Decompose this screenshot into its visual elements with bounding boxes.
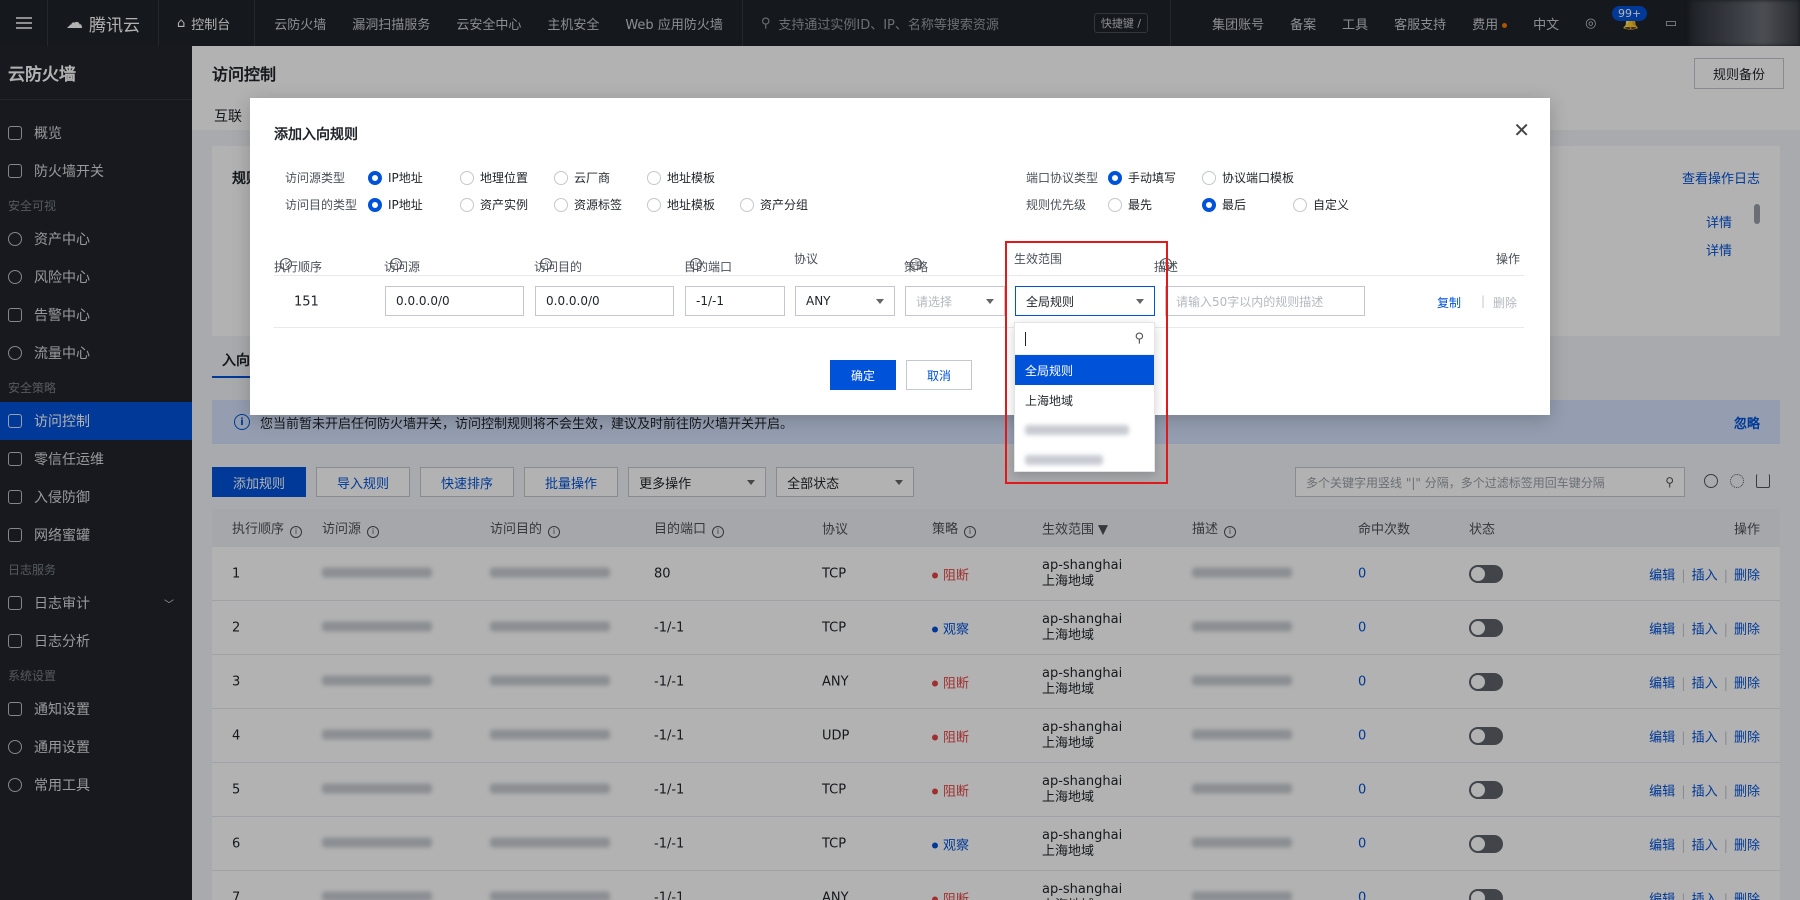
- radio-label: 自定义: [1313, 198, 1350, 212]
- radio-dest-asset[interactable]: 资产实例: [460, 196, 528, 213]
- close-icon[interactable]: ✕: [1513, 120, 1530, 140]
- radio-manual-input[interactable]: 手动填写: [1108, 169, 1176, 186]
- radio-port-template[interactable]: 协议端口模板: [1202, 169, 1294, 186]
- order-value: 151: [294, 294, 319, 309]
- port-input[interactable]: -1/-1: [685, 286, 785, 316]
- rule-form-header: 执行顺序 i 访问源 i 访问目的 i 目的端口 i 协议 策略 i 生效范围 描述 i 操…: [274, 242, 1524, 276]
- radio-priority-custom[interactable]: 自定义: [1293, 196, 1349, 213]
- desc-placeholder: 请输入50字以内的规则描述: [1176, 294, 1324, 309]
- radio-label: 最后: [1222, 198, 1247, 212]
- radio-label: 资源标签: [574, 198, 623, 212]
- col-ops: 操作: [1495, 252, 1520, 266]
- priority-label: 规则优先级: [1026, 198, 1087, 212]
- protocol-value: ANY: [806, 294, 831, 308]
- dest-input[interactable]: 0.0.0.0/0: [535, 286, 674, 316]
- radio-label: 云厂商: [574, 171, 611, 185]
- caret-down-icon: [986, 298, 994, 304]
- dest-type-label: 访问目的类型: [285, 198, 358, 212]
- radio-source-cloud-vendor[interactable]: 云厂商: [554, 169, 610, 186]
- dialog-footer: 确定 取消: [830, 360, 972, 390]
- radio-label: 手动填写: [1128, 171, 1177, 185]
- dialog-title: 添加入向规则: [274, 127, 358, 143]
- highlight-box: [1005, 241, 1168, 484]
- radio-source-addr-template[interactable]: 地址模板: [647, 169, 715, 186]
- info-icon: i: [280, 258, 292, 270]
- source-value: 0.0.0.0/0: [396, 294, 450, 308]
- port-value: -1/-1: [696, 294, 724, 308]
- col-protocol: 协议: [794, 252, 819, 266]
- info-icon: i: [540, 258, 552, 270]
- rule-form-row: 151 0.0.0.0/0 0.0.0.0/0 -1/-1 ANY 请选择 全局…: [274, 276, 1524, 328]
- confirm-button[interactable]: 确定: [830, 360, 896, 390]
- info-icon: i: [910, 258, 922, 270]
- radio-label: IP地址: [388, 198, 423, 212]
- radio-source-geo[interactable]: 地理位置: [460, 169, 528, 186]
- radio-dest-tag[interactable]: 资源标签: [554, 196, 622, 213]
- desc-input[interactable]: 请输入50字以内的规则描述: [1165, 286, 1365, 316]
- policy-placeholder: 请选择: [916, 294, 953, 309]
- copy-link[interactable]: 复制: [1437, 294, 1461, 311]
- port-proto-type-label: 端口协议类型: [1026, 171, 1099, 185]
- radio-dest-addr-template[interactable]: 地址模板: [647, 196, 715, 213]
- radio-label: 地址模板: [667, 171, 716, 185]
- protocol-select[interactable]: ANY: [795, 286, 895, 316]
- add-inbound-rule-dialog: 添加入向规则 ✕ 访问源类型 IP地址 地理位置 云厂商 地址模板 访问目的类型…: [250, 98, 1550, 415]
- radio-source-ip[interactable]: IP地址: [368, 169, 423, 186]
- radio-dest-ip[interactable]: IP地址: [368, 196, 423, 213]
- radio-dest-asset-group[interactable]: 资产分组: [740, 196, 808, 213]
- radio-priority-first[interactable]: 最先: [1108, 196, 1152, 213]
- radio-label: 地址模板: [667, 198, 716, 212]
- header-label: 访问源: [384, 260, 421, 274]
- delete-link[interactable]: 删除: [1493, 294, 1517, 311]
- source-input[interactable]: 0.0.0.0/0: [385, 286, 524, 316]
- dest-value: 0.0.0.0/0: [546, 294, 600, 308]
- info-icon: i: [690, 258, 702, 270]
- radio-label: 协议端口模板: [1222, 171, 1295, 185]
- caret-down-icon: [876, 298, 884, 304]
- info-icon: i: [390, 258, 402, 270]
- cancel-button[interactable]: 取消: [906, 360, 972, 390]
- divider: |: [1481, 294, 1486, 308]
- source-type-label: 访问源类型: [285, 171, 346, 185]
- radio-label: IP地址: [388, 171, 423, 185]
- radio-priority-last[interactable]: 最后: [1202, 196, 1246, 213]
- radio-label: 资产分组: [760, 198, 809, 212]
- radio-label: 地理位置: [480, 171, 529, 185]
- policy-select[interactable]: 请选择: [905, 286, 1005, 316]
- radio-label: 最先: [1128, 198, 1153, 212]
- radio-label: 资产实例: [480, 198, 529, 212]
